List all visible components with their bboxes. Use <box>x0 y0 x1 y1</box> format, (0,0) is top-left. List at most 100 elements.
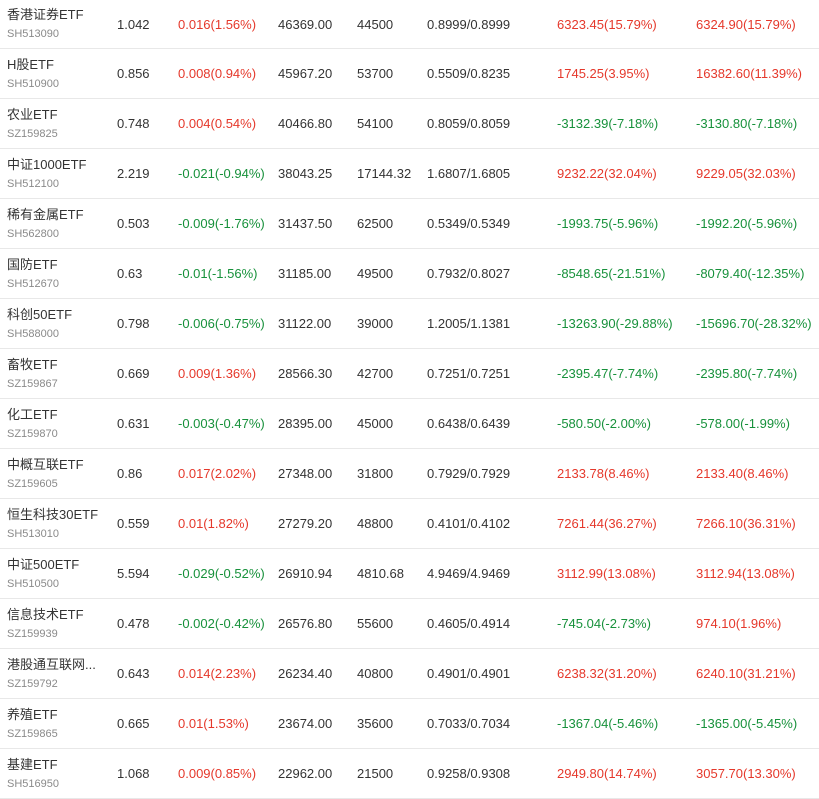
cost-cell: 0.4901/0.4901 <box>427 666 511 681</box>
change-cell: -0.029(-0.52%) <box>178 566 265 581</box>
profit-loss-cell: 6238.32(31.20%) <box>557 666 657 681</box>
fund-name-cell[interactable]: 基建ETF SH516950 <box>7 749 107 798</box>
fund-code: SZ159792 <box>7 677 58 690</box>
shares-cell: 4810.68 <box>357 566 404 581</box>
total-profit-loss-cell: -3130.80(-7.18%) <box>696 116 798 131</box>
fund-name-cell[interactable]: 中证1000ETF SH512100 <box>7 149 107 198</box>
total-profit-loss-cell: 6240.10(31.21%) <box>696 666 796 681</box>
price-cell: 0.669 <box>117 366 150 381</box>
fund-name[interactable]: 中概互联ETF <box>7 456 84 474</box>
total-profit-loss-cell: 3057.70(13.30%) <box>696 766 796 781</box>
table-row[interactable]: 畜牧ETF SZ159867 0.669 0.009(1.36%) 28566.30 42… <box>0 349 819 399</box>
market-value-cell: 28566.30 <box>278 366 333 381</box>
change-cell: -0.006(-0.75%) <box>178 316 265 331</box>
fund-code: SH510900 <box>7 77 59 90</box>
price-cell: 0.503 <box>117 216 150 231</box>
fund-name-cell[interactable]: 科创50ETF SH588000 <box>7 299 107 348</box>
fund-name-cell[interactable]: 畜牧ETF SZ159867 <box>7 349 107 398</box>
fund-name[interactable]: 信息技术ETF <box>7 606 84 624</box>
shares-cell: 54100 <box>357 116 394 131</box>
price-cell: 1.042 <box>117 16 150 32</box>
market-value-cell: 31185.00 <box>278 266 332 281</box>
fund-name-cell[interactable]: H股ETF SH510900 <box>7 49 107 98</box>
fund-name[interactable]: 港股通互联网... <box>7 656 96 674</box>
market-value-cell: 22962.00 <box>278 766 333 781</box>
cost-cell: 0.9258/0.9308 <box>427 766 511 781</box>
fund-name[interactable]: 中证1000ETF <box>7 156 86 174</box>
fund-name[interactable]: H股ETF <box>7 56 54 74</box>
fund-name[interactable]: 化工ETF <box>7 406 58 424</box>
table-row[interactable]: 中概互联ETF SZ159605 0.86 0.017(2.02%) 27348.00 3… <box>0 449 819 499</box>
total-profit-loss-cell: -15696.70(-28.32%) <box>696 316 812 331</box>
fund-name[interactable]: 香港证券ETF <box>7 6 84 24</box>
market-value-cell: 27279.20 <box>278 516 333 531</box>
fund-name[interactable]: 恒生科技30ETF <box>7 506 98 524</box>
table-row[interactable]: H股ETF SH510900 0.856 0.008(0.94%) 45967.20 53… <box>0 49 819 99</box>
table-row[interactable]: 恒生科技30ETF SH513010 0.559 0.01(1.82%) 27279.2… <box>0 499 819 549</box>
fund-name[interactable]: 养殖ETF <box>7 706 58 724</box>
change-cell: 0.016(1.56%) <box>178 16 257 32</box>
total-profit-loss-cell: -8079.40(-12.35%) <box>696 266 805 281</box>
cost-cell: 0.8999/0.8999 <box>427 16 511 32</box>
table-row[interactable]: 科创50ETF SH588000 0.798 -0.006(-0.75%) 31122.… <box>0 299 819 349</box>
price-cell: 0.478 <box>117 616 150 631</box>
price-cell: 0.631 <box>117 416 150 431</box>
cost-cell: 4.9469/4.9469 <box>427 566 511 581</box>
fund-code: SH512100 <box>7 177 59 190</box>
table-row[interactable]: 香港证券ETF SH513090 1.042 0.016(1.56%) 46369.00… <box>0 0 819 49</box>
cost-cell: 0.7251/0.7251 <box>427 366 511 381</box>
table-row[interactable]: 国防ETF SH512670 0.63 -0.01(-1.56%) 31185.00 49… <box>0 249 819 299</box>
profit-loss-cell: -580.50(-2.00%) <box>557 416 651 431</box>
fund-name-cell[interactable]: 稀有金属ETF SH562800 <box>7 199 107 248</box>
table-row[interactable]: 基建ETF SH516950 1.068 0.009(0.85%) 22962.00 21… <box>0 749 819 799</box>
market-value-cell: 45967.20 <box>278 66 333 81</box>
fund-name-cell[interactable]: 香港证券ETF SH513090 <box>7 0 107 48</box>
cost-cell: 0.6438/0.6439 <box>427 416 511 431</box>
table-row[interactable]: 中证1000ETF SH512100 2.219 -0.021(-0.94%) 3804… <box>0 149 819 199</box>
fund-name-cell[interactable]: 中概互联ETF SZ159605 <box>7 449 107 498</box>
table-row[interactable]: 稀有金属ETF SH562800 0.503 -0.009(-1.76%) 31437.… <box>0 199 819 249</box>
profit-loss-cell: -2395.47(-7.74%) <box>557 366 659 381</box>
market-value-cell: 46369.00 <box>278 16 333 32</box>
fund-name[interactable]: 国防ETF <box>7 256 58 274</box>
table-row[interactable]: 养殖ETF SZ159865 0.665 0.01(1.53%) 23674.00 356… <box>0 699 819 749</box>
fund-name-cell[interactable]: 养殖ETF SZ159865 <box>7 699 107 748</box>
profit-loss-cell: -1993.75(-5.96%) <box>557 216 659 231</box>
table-row[interactable]: 信息技术ETF SZ159939 0.478 -0.002(-0.42%) 26576.… <box>0 599 819 649</box>
change-cell: -0.021(-0.94%) <box>178 166 265 181</box>
fund-name[interactable]: 稀有金属ETF <box>7 206 84 224</box>
fund-name-cell[interactable]: 恒生科技30ETF SH513010 <box>7 499 107 548</box>
table-row[interactable]: 化工ETF SZ159870 0.631 -0.003(-0.47%) 28395.00… <box>0 399 819 449</box>
fund-name-cell[interactable]: 信息技术ETF SZ159939 <box>7 599 107 648</box>
fund-name-cell[interactable]: 化工ETF SZ159870 <box>7 399 107 448</box>
shares-cell: 44500 <box>357 16 394 32</box>
fund-name[interactable]: 科创50ETF <box>7 306 72 324</box>
fund-name[interactable]: 基建ETF <box>7 756 58 774</box>
cost-cell: 0.4605/0.4914 <box>427 616 511 631</box>
etf-holdings-table: 香港证券ETF SH513090 1.042 0.016(1.56%) 46369.00… <box>0 0 819 799</box>
fund-code: SH512670 <box>7 277 59 290</box>
market-value-cell: 26910.94 <box>278 566 333 581</box>
fund-name-cell[interactable]: 港股通互联网... SZ159792 <box>7 649 107 698</box>
fund-code: SH513090 <box>7 28 59 40</box>
fund-name[interactable]: 农业ETF <box>7 106 58 124</box>
shares-cell: 42700 <box>357 366 394 381</box>
fund-name[interactable]: 畜牧ETF <box>7 356 58 374</box>
shares-cell: 39000 <box>357 316 394 331</box>
table-row[interactable]: 港股通互联网... SZ159792 0.643 0.014(2.23%) 26234.… <box>0 649 819 699</box>
fund-name-cell[interactable]: 国防ETF SH512670 <box>7 249 107 298</box>
fund-name[interactable]: 中证500ETF <box>7 556 79 574</box>
shares-cell: 49500 <box>357 266 394 281</box>
price-cell: 1.068 <box>117 766 150 781</box>
fund-name-cell[interactable]: 中证500ETF SH510500 <box>7 549 107 598</box>
table-row[interactable]: 农业ETF SZ159825 0.748 0.004(0.54%) 40466.80 54… <box>0 99 819 149</box>
table-row[interactable]: 中证500ETF SH510500 5.594 -0.029(-0.52%) 26910… <box>0 549 819 599</box>
fund-code: SH510500 <box>7 577 59 590</box>
cost-cell: 0.7929/0.7929 <box>427 466 511 481</box>
market-value-cell: 26576.80 <box>278 616 333 631</box>
fund-name-cell[interactable]: 农业ETF SZ159825 <box>7 99 107 148</box>
price-cell: 0.798 <box>117 316 150 331</box>
total-profit-loss-cell: 2133.40(8.46%) <box>696 466 789 481</box>
fund-code: SZ159939 <box>7 627 58 640</box>
profit-loss-cell: -3132.39(-7.18%) <box>557 116 659 131</box>
